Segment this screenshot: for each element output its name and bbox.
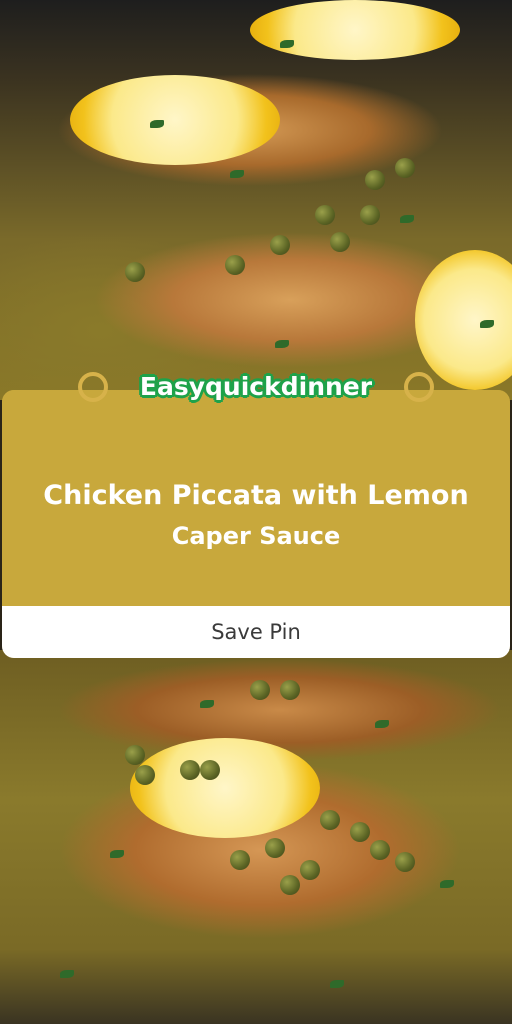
caper — [300, 860, 320, 880]
caper — [395, 158, 415, 178]
parsley — [330, 980, 344, 988]
save-pin-label: Save Pin — [211, 620, 301, 644]
caper — [125, 262, 145, 282]
brand-banner: Easyquickdinner — [74, 364, 438, 408]
parsley — [200, 700, 214, 708]
parsley — [230, 170, 244, 178]
caper — [365, 170, 385, 190]
caper — [225, 255, 245, 275]
food-photo-bottom — [0, 650, 512, 1024]
lemon-slice — [250, 0, 460, 60]
parsley — [480, 320, 494, 328]
recipe-title-line1: Chicken Piccata with Lemon — [43, 480, 469, 511]
caper — [125, 745, 145, 765]
parsley — [60, 970, 74, 978]
lemon-slice — [70, 75, 280, 165]
save-pin-button[interactable]: Save Pin — [2, 606, 510, 658]
caper — [280, 875, 300, 895]
caper — [320, 810, 340, 830]
hanger-ring-icon — [404, 372, 434, 402]
title-panel: Chicken Piccata with Lemon Caper Sauce — [2, 390, 510, 606]
parsley — [400, 215, 414, 223]
recipe-card: Chicken Piccata with Lemon Caper Sauce S… — [2, 390, 510, 658]
caper — [270, 235, 290, 255]
brand-name: Easyquickdinner — [139, 371, 373, 401]
lemon-slice — [130, 738, 320, 838]
caper — [230, 850, 250, 870]
caper — [280, 680, 300, 700]
recipe-title: Chicken Piccata with Lemon Caper Sauce — [2, 476, 510, 556]
hanger-ring-icon — [78, 372, 108, 402]
caper — [135, 765, 155, 785]
caper — [370, 840, 390, 860]
caper — [265, 838, 285, 858]
caper — [200, 760, 220, 780]
parsley — [275, 340, 289, 348]
parsley — [280, 40, 294, 48]
pin-card: Chicken Piccata with Lemon Caper Sauce S… — [0, 0, 512, 1024]
caper — [360, 205, 380, 225]
caper — [395, 852, 415, 872]
recipe-title-line2: Caper Sauce — [171, 522, 341, 550]
caper — [350, 822, 370, 842]
caper — [315, 205, 335, 225]
caper — [180, 760, 200, 780]
parsley — [150, 120, 164, 128]
parsley — [440, 880, 454, 888]
caper — [330, 232, 350, 252]
parsley — [110, 850, 124, 858]
caper — [250, 680, 270, 700]
parsley — [375, 720, 389, 728]
food-photo-top — [0, 0, 512, 400]
